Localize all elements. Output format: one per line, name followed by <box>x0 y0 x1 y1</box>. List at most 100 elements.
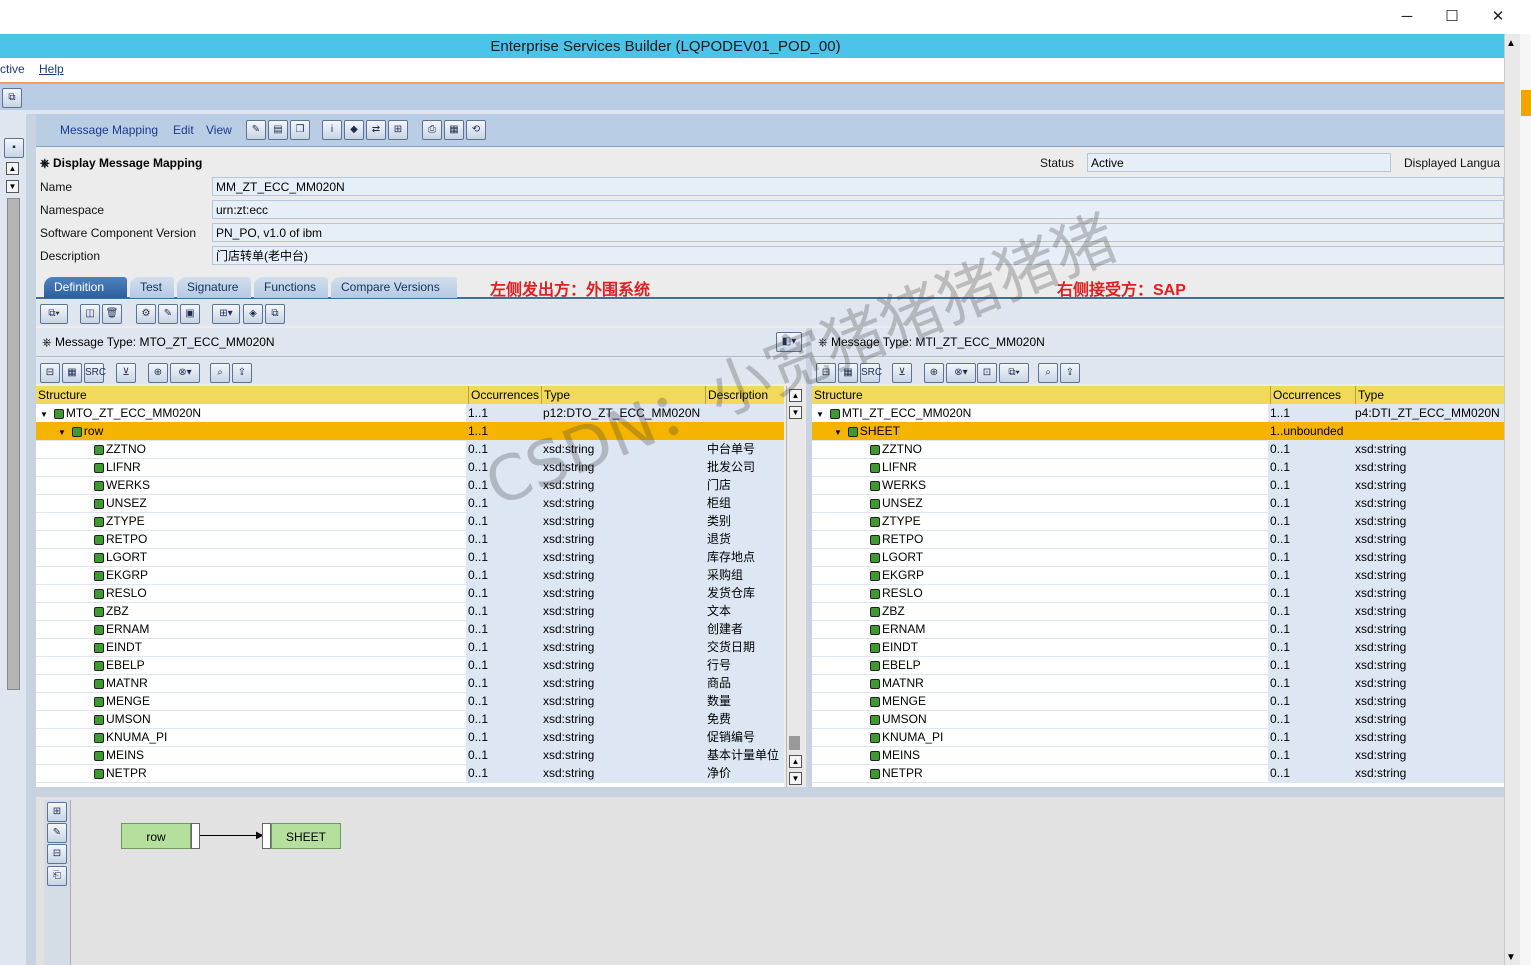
column-occurrences[interactable]: Occurrences <box>468 386 539 404</box>
splitter[interactable] <box>26 114 36 965</box>
expand-icon[interactable]: ▼ <box>40 410 48 419</box>
history-icon[interactable]: ⟲ <box>466 120 486 140</box>
export-icon[interactable]: ⇪ <box>1060 363 1080 383</box>
window-scroll-up-icon[interactable]: ▲ <box>1506 38 1516 49</box>
source-scroll-top-icon[interactable]: ▲ <box>789 389 802 402</box>
source-scroll-bottom-icon[interactable]: ▼ <box>789 772 802 785</box>
tab-definition[interactable]: Definition <box>44 277 127 298</box>
mapping-canvas[interactable] <box>36 797 1504 965</box>
src-view-icon[interactable]: SRC <box>84 363 106 383</box>
nav-scrollbar-thumb[interactable] <box>7 198 20 690</box>
tree-row-field[interactable]: MEINS 0..1 xsd:string 基本计量单位 <box>36 746 784 765</box>
column-description[interactable]: Description <box>705 386 768 404</box>
save-icon[interactable]: ▤ <box>268 120 288 140</box>
tree-row-field[interactable]: MEINS 0..1 xsd:string <box>812 746 1504 765</box>
tree-row-field[interactable]: ZBZ 0..1 xsd:string 文本 <box>36 602 784 621</box>
split-icon[interactable]: ◫ <box>80 304 100 324</box>
tab-test[interactable]: Test <box>130 277 174 298</box>
delete-icon[interactable]: 🗑 <box>102 304 122 324</box>
edit-icon[interactable]: ✎ <box>246 120 266 140</box>
graph-icon[interactable]: ◈ <box>243 304 263 324</box>
constant-icon[interactable]: ⊡ <box>977 363 997 383</box>
edit-icon[interactable]: ✎ <box>47 823 67 843</box>
window-scrollbar[interactable] <box>1504 34 1521 965</box>
source-port[interactable] <box>191 823 200 849</box>
layout-dropdown-icon[interactable]: ⊞▾ <box>212 304 240 324</box>
source-scrollbar[interactable] <box>786 386 805 787</box>
menu-message-mapping[interactable]: Message Mapping <box>60 123 158 137</box>
filter-icon[interactable]: ⊻ <box>116 363 136 383</box>
references-icon[interactable]: ⊞ <box>388 120 408 140</box>
tree-row-field[interactable]: MATNR 0..1 xsd:string <box>812 674 1504 693</box>
tree-row-field[interactable]: UMSON 0..1 xsd:string 免费 <box>36 710 784 729</box>
column-occurrences[interactable]: Occurrences <box>1270 386 1341 404</box>
source-options-icon[interactable]: ◧▾ <box>776 332 802 352</box>
tree-row-field[interactable]: EKGRP 0..1 xsd:string <box>812 566 1504 585</box>
tree-row-field[interactable]: LGORT 0..1 xsd:string <box>812 548 1504 567</box>
context-icon[interactable]: ▣ <box>180 304 200 324</box>
tree-row-field[interactable]: KNUMA_PI 0..1 xsd:string <box>812 728 1504 747</box>
mapping-target-box[interactable]: SHEET <box>271 823 341 849</box>
tree-row-field[interactable]: MENGE 0..1 xsd:string <box>812 692 1504 711</box>
tree-row-field[interactable]: WERKS 0..1 xsd:string <box>812 476 1504 495</box>
tree-row-field[interactable]: RESLO 0..1 xsd:string 发货仓库 <box>36 584 784 603</box>
column-type[interactable]: Type <box>1355 386 1384 404</box>
filter-icon[interactable]: ⊻ <box>892 363 912 383</box>
source-scroll-down-icon[interactable]: ▲ <box>789 755 802 768</box>
tab-signature[interactable]: Signature <box>177 277 251 298</box>
tree-row-field[interactable]: MENGE 0..1 xsd:string 数量 <box>36 692 784 711</box>
tree-row-row[interactable]: ▼ row 1..1 <box>36 422 784 441</box>
expand-icon[interactable]: ▼ <box>58 428 66 437</box>
close-button[interactable]: ✕ <box>1483 6 1513 28</box>
minimize-button[interactable]: ─ <box>1392 6 1422 28</box>
tree-row-field[interactable]: UNSEZ 0..1 xsd:string <box>812 494 1504 513</box>
export-icon[interactable]: ⇪ <box>232 363 252 383</box>
where-used-icon[interactable]: ⇄ <box>366 120 386 140</box>
settings-icon[interactable]: ⚙ <box>136 304 156 324</box>
grid-view-icon[interactable]: ▦ <box>62 363 82 383</box>
tree-row-field[interactable]: EINDT 0..1 xsd:string <box>812 638 1504 657</box>
tree-row-field[interactable]: RETPO 0..1 xsd:string <box>812 530 1504 549</box>
copy-icon[interactable]: ❐ <box>290 120 310 140</box>
panel-toggle-icon[interactable]: ▪ <box>4 138 24 158</box>
src-view-icon[interactable]: SRC <box>860 363 882 383</box>
tree-row-field[interactable]: ZZTNO 0..1 xsd:string <box>812 440 1504 459</box>
copy-mapping-icon[interactable]: ⧉ <box>265 304 285 324</box>
tree-row-field[interactable]: RESLO 0..1 xsd:string <box>812 584 1504 603</box>
duplicate-dropdown-icon[interactable]: ⧉▾ <box>999 363 1029 383</box>
tree-row-field[interactable]: WERKS 0..1 xsd:string 门店 <box>36 476 784 495</box>
tree-row-field[interactable]: MATNR 0..1 xsd:string 商品 <box>36 674 784 693</box>
tree-row-field[interactable]: UMSON 0..1 xsd:string <box>812 710 1504 729</box>
search-icon[interactable]: ⌕ <box>210 363 230 383</box>
menu-edit[interactable]: Edit <box>173 123 194 137</box>
search-icon[interactable]: ⌕ <box>1038 363 1058 383</box>
tree-view-icon[interactable]: ⊟ <box>40 363 60 383</box>
expand-icon[interactable]: ▼ <box>816 410 824 419</box>
tree-row-field[interactable]: LIFNR 0..1 xsd:string 批发公司 <box>36 458 784 477</box>
tree-row-root[interactable]: ▼ MTI_ZT_ECC_MM020N 1..1 p4:DTI_ZT_ECC_MM02… <box>812 404 1504 423</box>
grid-view-icon[interactable]: ▦ <box>838 363 858 383</box>
expand-icon[interactable]: ▼ <box>834 428 842 437</box>
info-icon[interactable]: i <box>322 120 342 140</box>
tab-functions[interactable]: Functions <box>254 277 328 298</box>
add-field-icon[interactable]: ⊕ <box>924 363 944 383</box>
print-icon[interactable]: ⎙ <box>422 120 442 140</box>
tree-row-field[interactable]: UNSEZ 0..1 xsd:string 柜组 <box>36 494 784 513</box>
target-port[interactable] <box>262 823 271 849</box>
attribute-dropdown-icon[interactable]: ⊗▾ <box>170 363 200 383</box>
tree-row-field[interactable]: NETPR 0..1 xsd:string <box>812 764 1504 783</box>
edit-mapping-icon[interactable]: ✎ <box>158 304 178 324</box>
dependencies-dropdown-icon[interactable]: ⧉▾ <box>40 304 68 324</box>
tree-row-field[interactable]: ERNAM 0..1 xsd:string <box>812 620 1504 639</box>
column-type[interactable]: Type <box>541 386 570 404</box>
window-scroll-down-icon[interactable]: ▼ <box>1506 952 1516 963</box>
tree-row-sheet[interactable]: ▼ SHEET 1..unbounded <box>812 422 1504 441</box>
tree-row-field[interactable]: ZZTNO 0..1 xsd:string 中台单号 <box>36 440 784 459</box>
tree-row-field[interactable]: RETPO 0..1 xsd:string 退货 <box>36 530 784 549</box>
layout-icon[interactable]: ⊟ <box>47 844 67 864</box>
source-scroll-up-icon[interactable]: ▼ <box>789 406 802 419</box>
source-scroll-thumb[interactable] <box>789 736 800 750</box>
tree-row-field[interactable]: ZTYPE 0..1 xsd:string <box>812 512 1504 531</box>
tab-compare-versions[interactable]: Compare Versions <box>331 277 457 298</box>
scroll-up-icon[interactable]: ▲ <box>6 162 19 175</box>
